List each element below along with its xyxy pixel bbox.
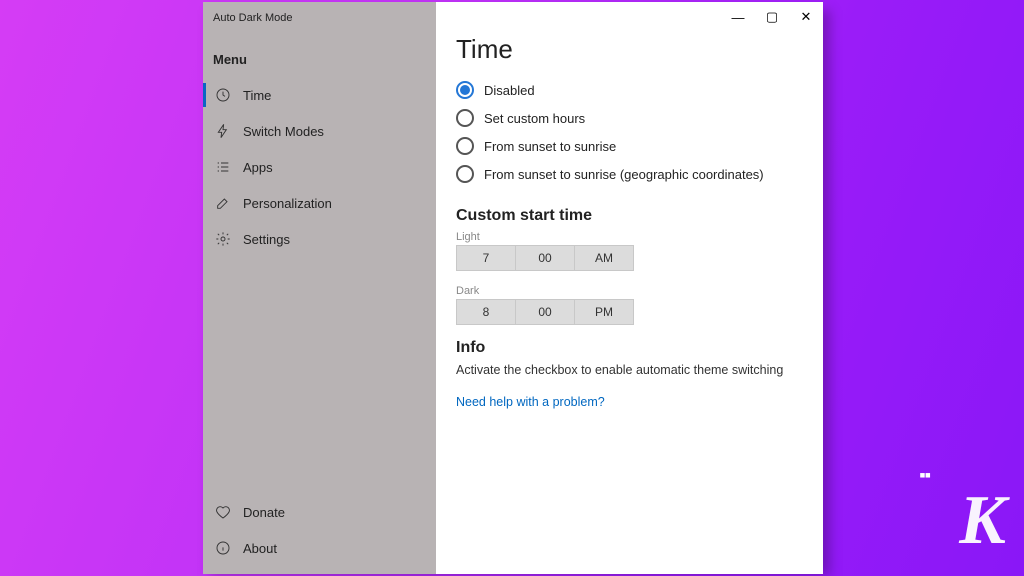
radio-icon (456, 109, 474, 127)
sidebar-item-label: Apps (243, 160, 273, 175)
info-icon (215, 540, 231, 556)
light-label: Light (456, 231, 803, 243)
radio-custom-hours[interactable]: Set custom hours (456, 109, 803, 127)
light-ampm[interactable]: AM (575, 245, 634, 271)
sidebar-item-apps[interactable]: Apps (203, 149, 436, 185)
heart-icon (215, 504, 231, 520)
clock-icon (215, 87, 231, 103)
radio-icon (456, 165, 474, 183)
list-icon (215, 159, 231, 175)
titlebar: Auto Dark Mode (203, 2, 436, 34)
sidebar: Auto Dark Mode Menu Time Switch Modes Ap… (203, 2, 436, 574)
dark-hour[interactable]: 8 (456, 299, 516, 325)
help-link[interactable]: Need help with a problem? (456, 395, 803, 409)
app-title: Auto Dark Mode (213, 12, 292, 24)
schedule-radio-group: Disabled Set custom hours From sunset to… (456, 81, 803, 183)
menu-heading: Menu (203, 34, 436, 77)
brush-icon (215, 195, 231, 211)
radio-label: Set custom hours (484, 111, 585, 126)
sidebar-item-settings[interactable]: Settings (203, 221, 436, 257)
content-pane: — ▢ ✕ Time Disabled Set custom hours Fro… (436, 2, 823, 574)
radio-icon (456, 137, 474, 155)
info-heading: Info (456, 339, 803, 357)
sidebar-item-label: Switch Modes (243, 124, 324, 139)
sidebar-item-label: Donate (243, 505, 285, 520)
radio-label: Disabled (484, 83, 535, 98)
sidebar-item-label: About (243, 541, 277, 556)
dark-label: Dark (456, 285, 803, 297)
dark-time-picker: 8 00 PM (456, 299, 634, 325)
gear-icon (215, 231, 231, 247)
sidebar-item-personalization[interactable]: Personalization (203, 185, 436, 221)
radio-label: From sunset to sunrise (geographic coord… (484, 167, 764, 182)
info-text: Activate the checkbox to enable automati… (456, 363, 803, 377)
sidebar-item-label: Personalization (243, 196, 332, 211)
dark-minute[interactable]: 00 (516, 299, 575, 325)
light-hour[interactable]: 7 (456, 245, 516, 271)
sidebar-item-switch-modes[interactable]: Switch Modes (203, 113, 436, 149)
light-time-picker: 7 00 AM (456, 245, 634, 271)
radio-icon (456, 81, 474, 99)
brand-logo: K (959, 486, 1006, 556)
light-minute[interactable]: 00 (516, 245, 575, 271)
radio-disabled[interactable]: Disabled (456, 81, 803, 99)
sidebar-bottom: Donate About (203, 494, 436, 574)
sidebar-item-about[interactable]: About (203, 530, 436, 566)
window-controls: — ▢ ✕ (721, 2, 823, 32)
custom-start-heading: Custom start time (456, 207, 803, 225)
sidebar-item-label: Settings (243, 232, 290, 247)
close-button[interactable]: ✕ (789, 2, 823, 32)
sidebar-item-time[interactable]: Time (203, 77, 436, 113)
dark-ampm[interactable]: PM (575, 299, 634, 325)
app-window: Auto Dark Mode Menu Time Switch Modes Ap… (203, 2, 823, 574)
radio-sunset-sunrise[interactable]: From sunset to sunrise (456, 137, 803, 155)
sidebar-item-label: Time (243, 88, 271, 103)
maximize-button[interactable]: ▢ (755, 2, 789, 32)
lightning-icon (215, 123, 231, 139)
nav: Time Switch Modes Apps Personalization S… (203, 77, 436, 257)
sidebar-item-donate[interactable]: Donate (203, 494, 436, 530)
radio-sunset-sunrise-geo[interactable]: From sunset to sunrise (geographic coord… (456, 165, 803, 183)
radio-label: From sunset to sunrise (484, 139, 616, 154)
brand-dots: ▪▪ (919, 465, 930, 486)
minimize-button[interactable]: — (721, 2, 755, 32)
